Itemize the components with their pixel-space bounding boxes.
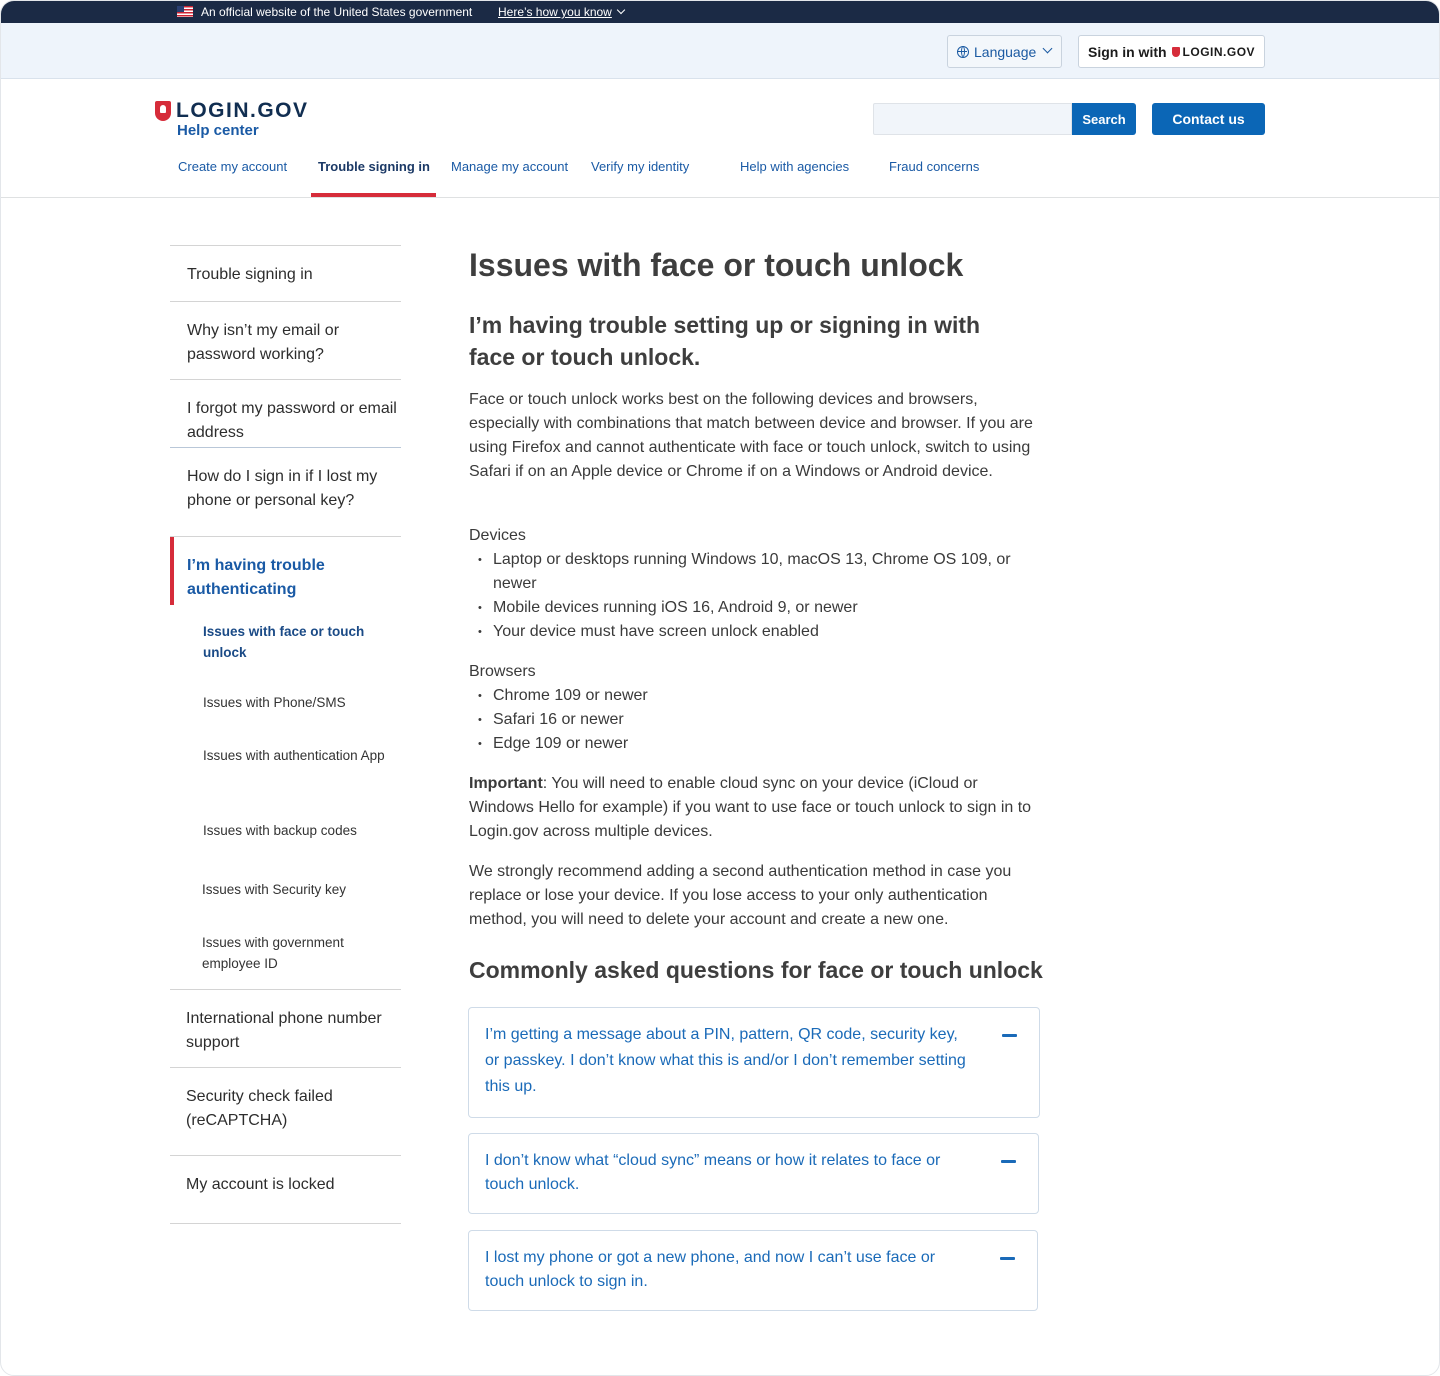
sidenav-subitem-phone-sms[interactable]: Issues with Phone/SMS	[203, 692, 393, 713]
chevron-down-icon	[1042, 43, 1053, 54]
faq-question: I don’t know what “cloud sync” means or …	[485, 1152, 941, 1193]
minus-icon[interactable]	[1002, 1034, 1017, 1037]
sidenav-group-authenticating: I’m having trouble authenticating Issues…	[170, 536, 401, 990]
logo[interactable]: LOGIN.GOV	[155, 99, 309, 123]
us-flag-icon	[177, 6, 193, 17]
page-title: Issues with face or touch unlock	[469, 247, 964, 283]
nav-fraud-concerns[interactable]: Fraud concerns	[889, 159, 979, 174]
gov-banner: An official website of the United States…	[1, 1, 1439, 23]
language-label: Language	[974, 43, 1037, 60]
nav-help-with-agencies[interactable]: Help with agencies	[740, 159, 849, 174]
nav-manage-my-account[interactable]: Manage my account	[451, 159, 568, 174]
faq-title: Commonly asked questions for face or tou…	[469, 957, 1043, 983]
sidenav-item-trouble-signing-in[interactable]: Trouble signing in	[170, 245, 401, 302]
faq-accordion-item[interactable]: I don’t know what “cloud sync” means or …	[468, 1133, 1039, 1214]
language-button[interactable]: Language	[947, 35, 1062, 68]
site-header: LOGIN.GOV Help center Search Contact us …	[1, 79, 1439, 198]
page-frame: An official website of the United States…	[0, 0, 1440, 1376]
search-input[interactable]	[873, 103, 1072, 135]
sidenav-subitem-face-touch[interactable]: Issues with face or touch unlock	[203, 621, 393, 663]
sidenav-item-email-password[interactable]: Why isn’t my email or password working?	[170, 301, 401, 380]
faq-question: I lost my phone or got a new phone, and …	[485, 1249, 936, 1290]
important-paragraph: Important: You will need to enable cloud…	[469, 772, 1041, 844]
sidenav-item-authenticating[interactable]: I’m having trouble authenticating	[170, 537, 401, 605]
search-button[interactable]: Search	[1072, 103, 1136, 135]
nav-trouble-signing-in[interactable]: Trouble signing in	[318, 159, 430, 174]
faq-accordion-item[interactable]: I lost my phone or got a new phone, and …	[468, 1230, 1038, 1311]
browser-list-item: Edge 109 or newer	[478, 732, 1053, 756]
faq-question: I’m getting a message about a PIN, patte…	[485, 1026, 966, 1095]
browser-list-item: Chrome 109 or newer	[478, 684, 1053, 708]
devices-label: Devices	[469, 527, 526, 544]
sign-in-button[interactable]: Sign in with LOGIN.GOV	[1078, 35, 1265, 68]
utility-bar: Language Sign in with LOGIN.GOV	[1, 23, 1439, 79]
device-list-item: Mobile devices running iOS 16, Android 9…	[478, 596, 1053, 620]
nav-verify-my-identity[interactable]: Verify my identity	[591, 159, 689, 174]
contact-us-button[interactable]: Contact us	[1152, 103, 1265, 135]
minus-icon[interactable]	[1001, 1160, 1016, 1163]
login-gov-shield-icon	[1171, 46, 1180, 57]
intro-paragraph: Face or touch unlock works best on the f…	[469, 391, 1033, 480]
login-gov-shield-icon	[155, 101, 171, 121]
device-list-item: Laptop or desktops running Windows 10, m…	[478, 548, 1033, 596]
globe-icon	[957, 45, 969, 58]
how-you-know-link[interactable]: Here’s how you know	[498, 5, 624, 19]
sidenav-subitem-auth-app[interactable]: Issues with authentication App	[203, 745, 393, 766]
active-nav-indicator	[311, 193, 436, 197]
device-list-item: Your device must have screen unlock enab…	[478, 620, 1053, 644]
sidenav-item-security-check[interactable]: Security check failed (reCAPTCHA)	[170, 1067, 401, 1156]
sign-in-brand: LOGIN.GOV	[1182, 44, 1256, 59]
sidenav-subitem-backup-codes[interactable]: Issues with backup codes	[203, 820, 393, 841]
minus-icon[interactable]	[1000, 1257, 1015, 1260]
sign-in-label: Sign in with	[1088, 43, 1167, 60]
nav-create-my-account[interactable]: Create my account	[178, 159, 287, 174]
recommend-paragraph: We strongly recommend adding a second au…	[469, 863, 1012, 928]
faq-accordion-item[interactable]: I’m getting a message about a PIN, patte…	[468, 1007, 1040, 1118]
sidenav-item-forgot-password[interactable]: I forgot my password or email address	[170, 379, 401, 448]
sidenav-subitem-gov-employee-id[interactable]: Issues with government employee ID	[202, 932, 382, 974]
browser-list-item: Safari 16 or newer	[478, 708, 1053, 732]
important-label: Important	[469, 775, 543, 792]
help-center-label[interactable]: Help center	[177, 122, 259, 139]
important-text: : You will need to enable cloud sync on …	[469, 775, 1032, 840]
browsers-label: Browsers	[469, 663, 536, 680]
official-site-text: An official website of the United States…	[201, 5, 473, 19]
sidenav-subitem-security-key[interactable]: Issues with Security key	[202, 879, 392, 900]
sidenav-item-lost-phone[interactable]: How do I sign in if I lost my phone or p…	[170, 448, 401, 537]
logo-text: LOGIN.GOV	[176, 99, 309, 122]
sidenav-item-account-locked[interactable]: My account is locked	[170, 1155, 401, 1224]
section-subtitle: I’m having trouble setting up or signing…	[469, 312, 981, 370]
sidenav-item-international-phone[interactable]: International phone number support	[170, 989, 401, 1068]
